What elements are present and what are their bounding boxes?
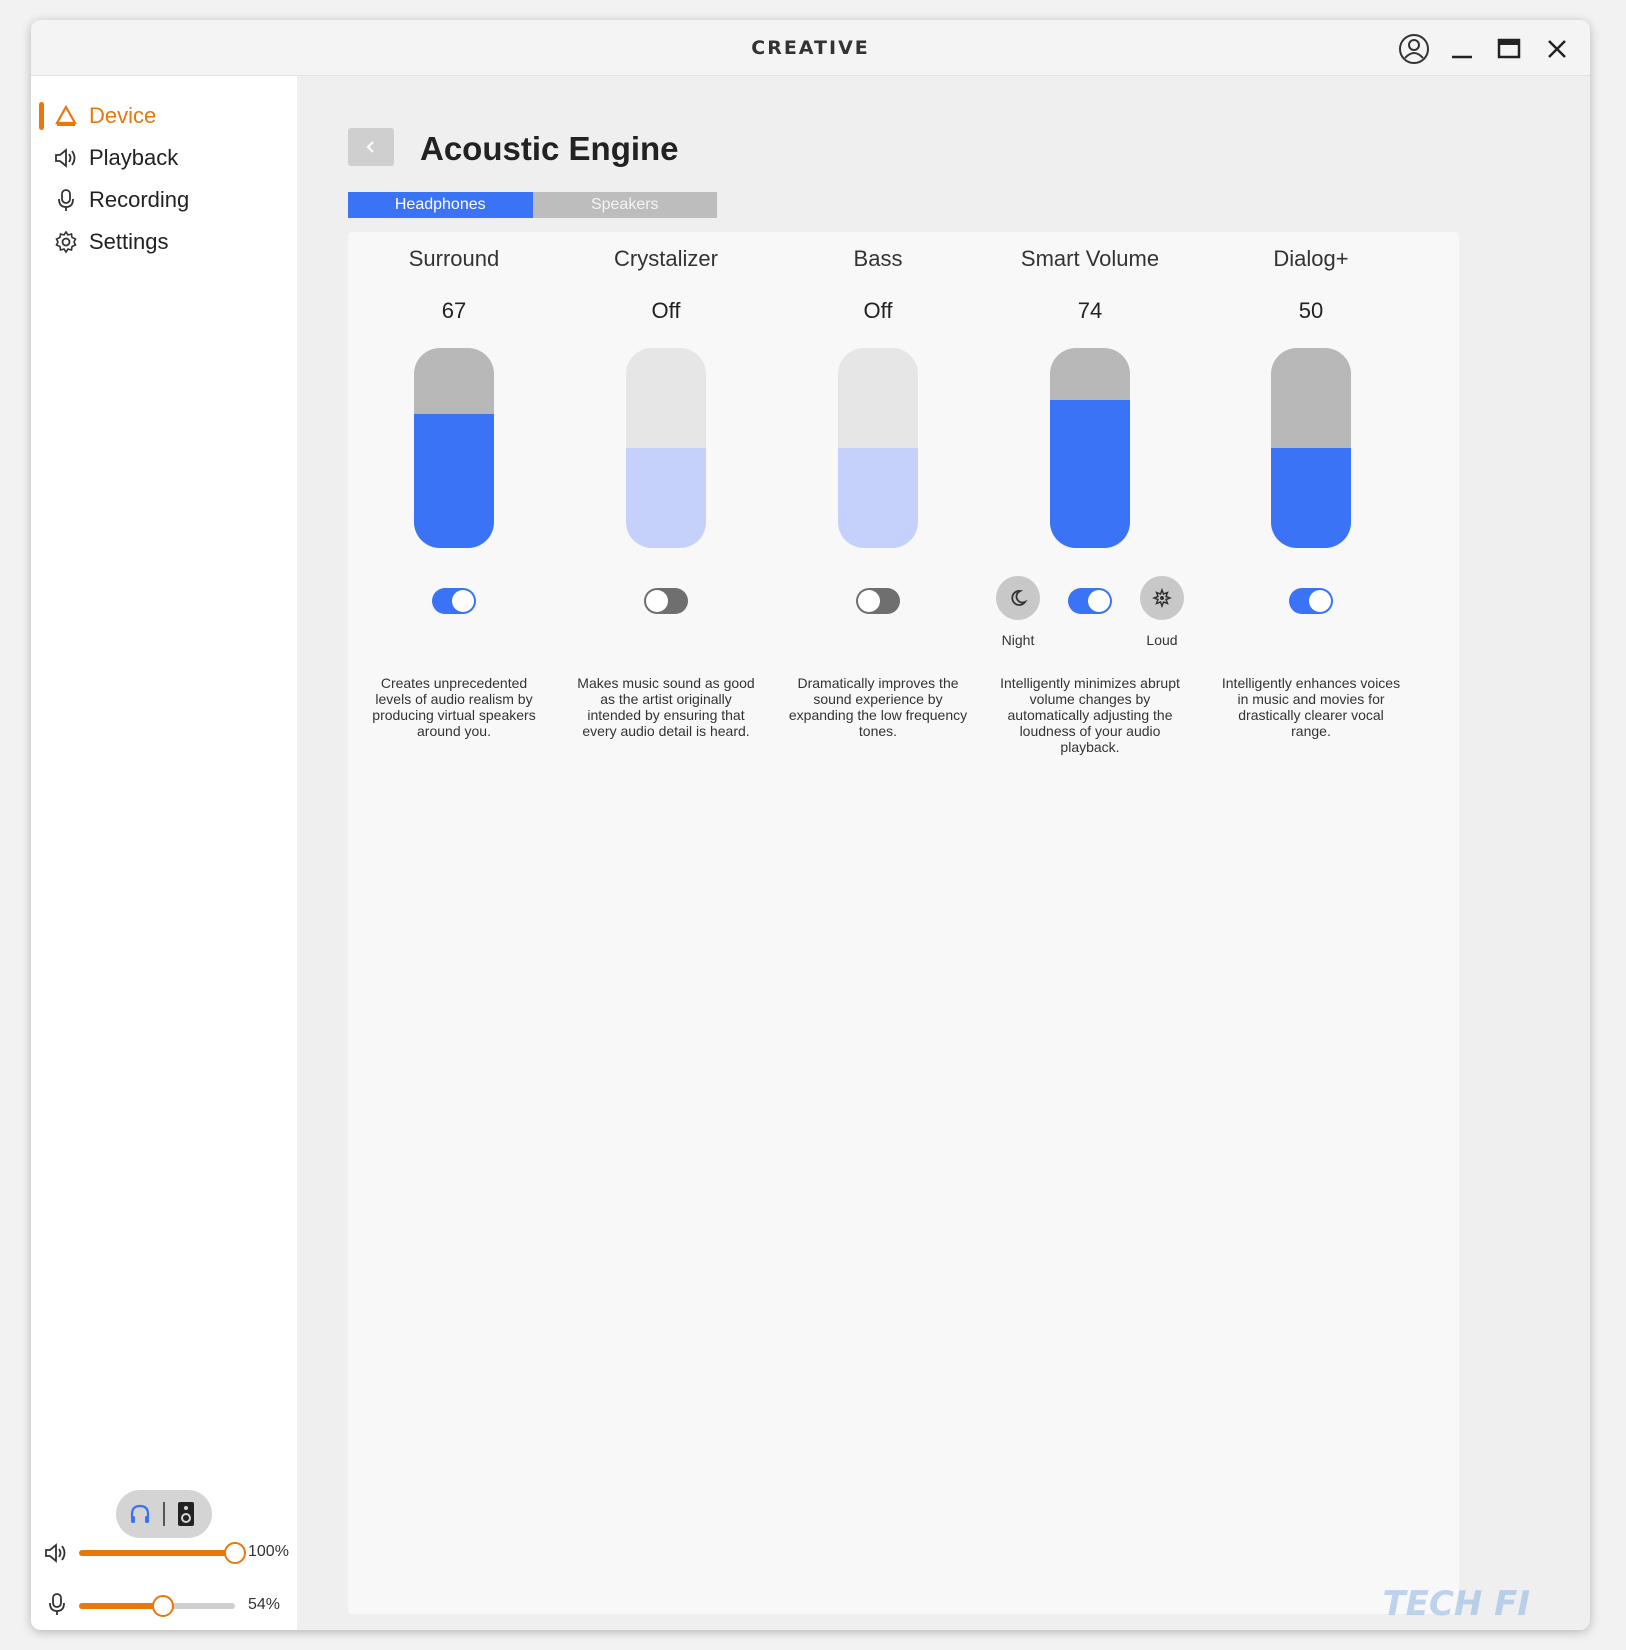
loud-burst-icon	[1152, 588, 1172, 608]
page-title: Acoustic Engine	[420, 130, 679, 167]
effect-level-slider[interactable]	[626, 348, 706, 548]
sidebar-item-playback[interactable]: Playback	[39, 138, 279, 178]
playback-volume-value: 100%	[248, 1543, 289, 1560]
effect-value: Off	[863, 298, 893, 323]
effect-value: Off	[651, 298, 681, 323]
microphone-icon	[53, 187, 79, 213]
slider-fill	[838, 448, 918, 548]
effect-toggle[interactable]	[644, 588, 688, 614]
recording-volume-value: 54%	[248, 1596, 281, 1613]
active-indicator	[39, 102, 44, 130]
slider-knob[interactable]	[152, 1595, 175, 1617]
sidebar-item-recording[interactable]: Recording	[39, 180, 279, 220]
sidebar-item-device[interactable]: Device	[39, 96, 279, 136]
toggle-knob	[452, 590, 474, 612]
loud-mode-button[interactable]	[1140, 576, 1184, 620]
tab-headphones[interactable]: Headphones	[348, 192, 533, 218]
effect-name: Dialog+	[1273, 246, 1349, 271]
recording-volume-slider[interactable]	[79, 1595, 235, 1617]
toggle-knob	[1309, 590, 1331, 612]
effect-level-slider[interactable]	[1271, 348, 1351, 548]
effects-panel: Surround 67 Creates unprecedented levels…	[348, 232, 1459, 1614]
effect-level-slider[interactable]	[1050, 348, 1130, 548]
app-window: CREATIVE Device Playback Recording Setti…	[31, 20, 1590, 1630]
watermark: TECH FI	[1382, 1584, 1530, 1624]
effect-name: Smart Volume	[1020, 246, 1160, 271]
main-content: Acoustic Engine Headphones Speakers Surr…	[297, 76, 1590, 1630]
effect-value: 50	[1298, 298, 1324, 323]
loud-mode-label: Loud	[1146, 632, 1178, 648]
slider-fill	[1050, 400, 1130, 548]
effect-description: Intelligently enhances voices in music a…	[1221, 675, 1401, 739]
title-bar: CREATIVE	[31, 20, 1590, 76]
effect-name: Crystalizer	[614, 246, 718, 271]
toggle-knob	[1088, 590, 1110, 612]
account-icon[interactable]	[1397, 32, 1431, 66]
back-button[interactable]	[348, 128, 394, 166]
moon-icon	[1011, 590, 1028, 606]
sidebar-item-label: Settings	[89, 229, 169, 254]
divider	[163, 1502, 165, 1526]
speaker-box-icon[interactable]	[176, 1501, 196, 1532]
gear-icon	[53, 229, 79, 255]
effect-toggle[interactable]	[432, 588, 476, 614]
sidebar-item-label: Playback	[89, 145, 179, 170]
sidebar: Device Playback Recording Settings 100% …	[31, 76, 297, 1630]
playback-volume-slider[interactable]	[79, 1542, 246, 1564]
maximize-icon[interactable]	[1492, 32, 1526, 66]
headphones-icon[interactable]	[128, 1502, 152, 1531]
effect-level-slider[interactable]	[414, 348, 494, 548]
effect-toggle[interactable]	[856, 588, 900, 614]
effect-name: Bass	[853, 246, 903, 271]
effect-description: Creates unprecedented levels of audio re…	[372, 675, 536, 739]
minimize-icon[interactable]	[1445, 32, 1479, 66]
slider-knob[interactable]	[224, 1542, 246, 1564]
sidebar-item-label: Recording	[89, 187, 190, 212]
microphone-icon	[47, 1591, 67, 1622]
effect-toggle[interactable]	[1068, 588, 1112, 614]
slider-fill	[79, 1603, 164, 1609]
sidebar-item-label: Device	[89, 103, 157, 128]
slider-fill	[414, 414, 494, 548]
chevron-left-icon	[366, 141, 374, 153]
effect-description: Dramatically improves the sound experien…	[788, 675, 968, 739]
toggle-knob	[646, 590, 668, 612]
effect-toggle[interactable]	[1289, 588, 1333, 614]
effect-level-slider[interactable]	[838, 348, 918, 548]
slider-fill	[626, 448, 706, 548]
device-logo-icon	[53, 103, 79, 129]
speaker-icon	[53, 145, 79, 171]
output-device-switch[interactable]	[116, 1490, 212, 1538]
tab-bar: Headphones Speakers	[348, 192, 717, 218]
effect-value: 67	[441, 298, 467, 323]
toggle-knob	[858, 590, 880, 612]
effect-name: Surround	[408, 246, 500, 271]
effect-value: 74	[1077, 298, 1103, 323]
speaker-icon	[43, 1542, 69, 1569]
sidebar-item-settings[interactable]: Settings	[39, 222, 279, 262]
night-mode-button[interactable]	[996, 576, 1040, 620]
effect-description: Intelligently minimizes abrupt volume ch…	[1000, 675, 1180, 755]
close-icon[interactable]	[1540, 32, 1574, 66]
slider-fill	[1271, 448, 1351, 548]
effect-description: Makes music sound as good as the artist …	[577, 675, 755, 739]
brand-logo: CREATIVE	[751, 37, 870, 59]
slider-fill	[79, 1550, 235, 1556]
night-mode-label: Night	[1001, 632, 1035, 648]
tab-speakers[interactable]: Speakers	[532, 192, 717, 218]
